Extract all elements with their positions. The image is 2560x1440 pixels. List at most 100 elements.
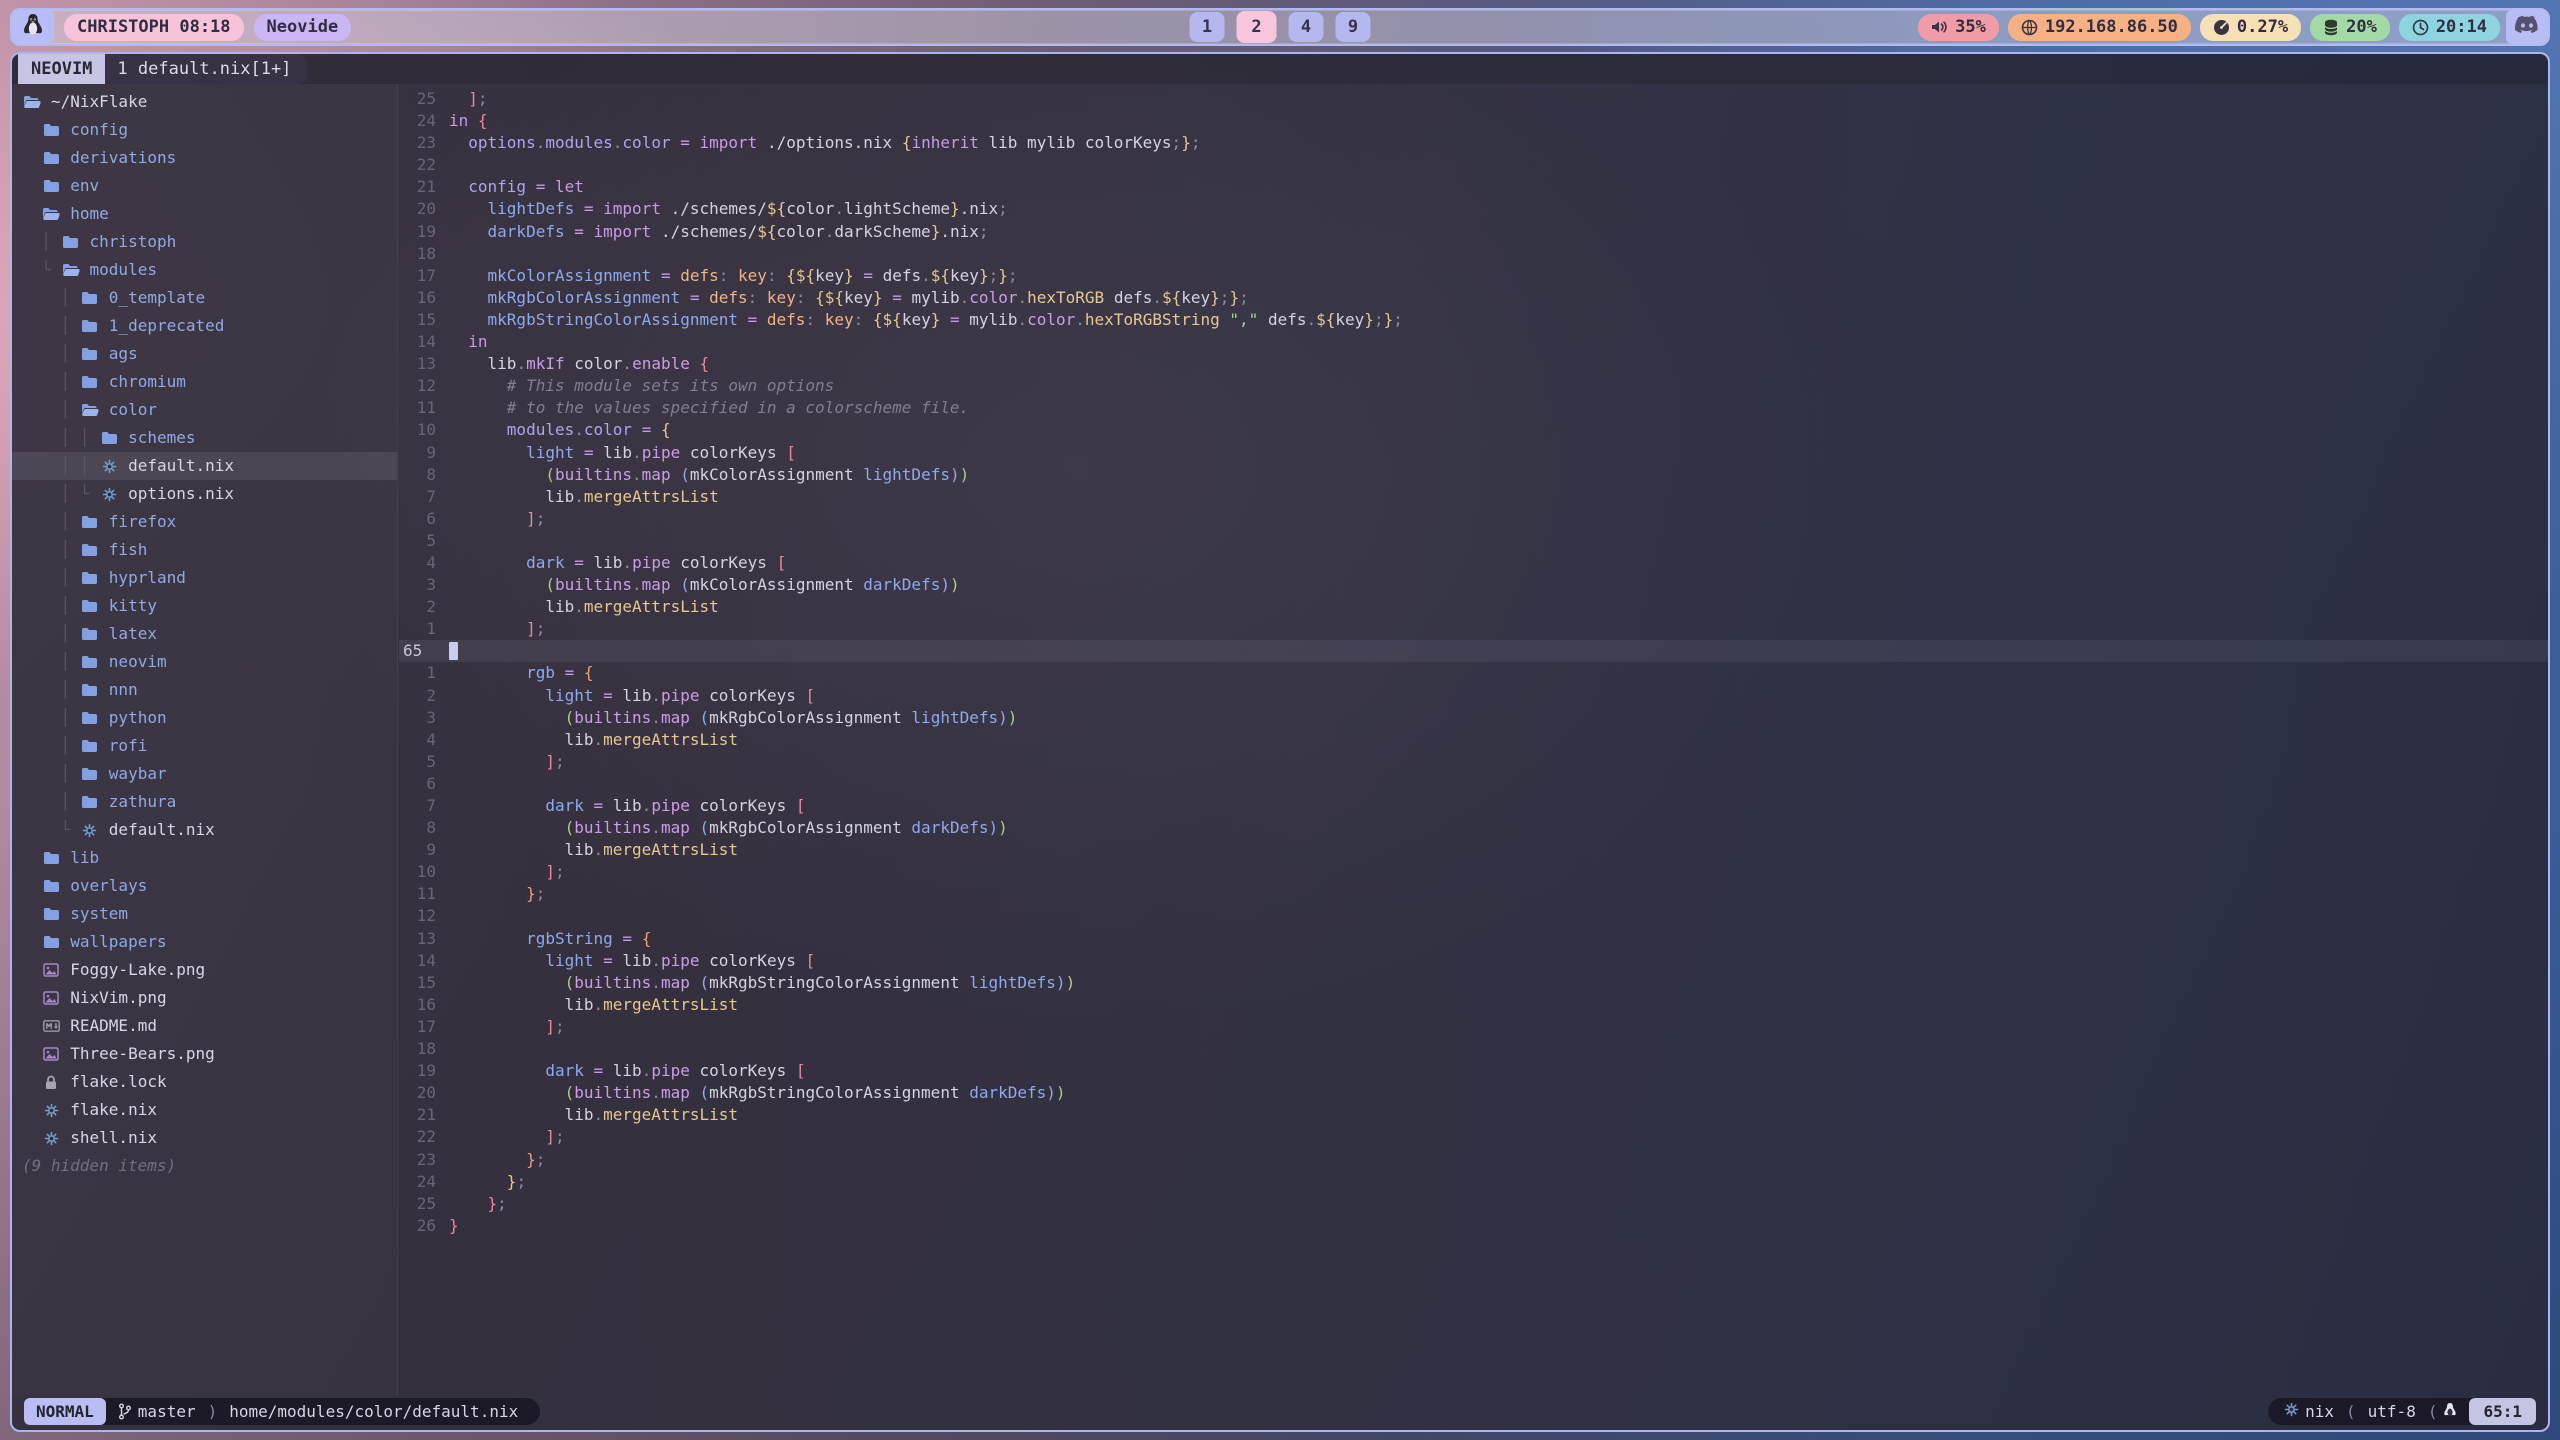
tree-row-NixFlake[interactable]: ~/NixFlake: [12, 88, 397, 116]
code-line[interactable]: 16 lib.mergeAttrsList: [399, 994, 2548, 1016]
code-line[interactable]: 18: [399, 243, 2548, 265]
tree-row-default.nix[interactable]: └ default.nix: [12, 816, 397, 844]
tree-row-flake.nix[interactable]: flake.nix: [12, 1096, 397, 1124]
linux-logo-button[interactable]: [12, 10, 54, 44]
tree-row-waybar[interactable]: │ waybar: [12, 760, 397, 788]
code-line[interactable]: 11 # to the values specified in a colors…: [399, 397, 2548, 419]
tree-row-Foggy-Lake.png[interactable]: Foggy-Lake.png: [12, 956, 397, 984]
code-line[interactable]: 4 dark = lib.pipe colorKeys [: [399, 552, 2548, 574]
code-line[interactable]: 15 (builtins.map (mkRgbStringColorAssign…: [399, 972, 2548, 994]
tree-row-latex[interactable]: │ latex: [12, 620, 397, 648]
tree-row-color[interactable]: │ color: [12, 396, 397, 424]
workspace-button-4[interactable]: 4: [1289, 12, 1324, 42]
code-line[interactable]: 10 modules.color = {: [399, 419, 2548, 441]
code-line[interactable]: 25 };: [399, 1193, 2548, 1215]
tree-row-wallpapers[interactable]: wallpapers: [12, 928, 397, 956]
code-line[interactable]: 5: [399, 530, 2548, 552]
tree-row-lib[interactable]: lib: [12, 844, 397, 872]
code-line[interactable]: 20 (builtins.map (mkRgbStringColorAssign…: [399, 1082, 2548, 1104]
code-line[interactable]: 2 lib.mergeAttrsList: [399, 596, 2548, 618]
tree-row-README.md[interactable]: README.md: [12, 1012, 397, 1040]
memory-pill[interactable]: 20%: [2310, 14, 2390, 41]
code-line[interactable]: 7 lib.mergeAttrsList: [399, 486, 2548, 508]
clock-pill[interactable]: 20:14: [2399, 14, 2500, 41]
code-line[interactable]: 10 ];: [399, 861, 2548, 883]
code-line[interactable]: 13 rgbString = {: [399, 928, 2548, 950]
code-line[interactable]: 8 (builtins.map (mkColorAssignment light…: [399, 464, 2548, 486]
workspace-button-1[interactable]: 1: [1190, 12, 1225, 42]
tree-row-nnn[interactable]: │ nnn: [12, 676, 397, 704]
discord-button[interactable]: [2506, 10, 2548, 44]
tree-row-1_deprecated[interactable]: │ 1_deprecated: [12, 312, 397, 340]
tree-row-modules[interactable]: └ modules: [12, 256, 397, 284]
code-line[interactable]: 14 in: [399, 331, 2548, 353]
tree-row-NixVim.png[interactable]: NixVim.png: [12, 984, 397, 1012]
code-line[interactable]: 17 mkColorAssignment = defs: key: {${key…: [399, 265, 2548, 287]
tree-row-hyprland[interactable]: │ hyprland: [12, 564, 397, 592]
tree-row-ags[interactable]: │ ags: [12, 340, 397, 368]
code-line[interactable]: 19 dark = lib.pipe colorKeys [: [399, 1060, 2548, 1082]
code-line[interactable]: 6: [399, 773, 2548, 795]
tree-row-system[interactable]: system: [12, 900, 397, 928]
code-line[interactable]: 3 (builtins.map (mkColorAssignment darkD…: [399, 574, 2548, 596]
tab-default-nix[interactable]: 1 default.nix[1+]: [105, 54, 307, 84]
code-line[interactable]: 9 lib.mergeAttrsList: [399, 839, 2548, 861]
code-line[interactable]: 8 (builtins.map (mkRgbColorAssignment da…: [399, 817, 2548, 839]
code-line[interactable]: 6 ];: [399, 508, 2548, 530]
code-line[interactable]: 1 rgb = {: [399, 662, 2548, 684]
tree-row-kitty[interactable]: │ kitty: [12, 592, 397, 620]
tree-row-firefox[interactable]: │ firefox: [12, 508, 397, 536]
code-line[interactable]: 24 };: [399, 1171, 2548, 1193]
code-line[interactable]: 4 lib.mergeAttrsList: [399, 729, 2548, 751]
code-line[interactable]: 16 mkRgbColorAssignment = defs: key: {${…: [399, 287, 2548, 309]
code-line[interactable]: 18: [399, 1038, 2548, 1060]
code-line[interactable]: 19 darkDefs = import ./schemes/${color.d…: [399, 221, 2548, 243]
tree-row-chromium[interactable]: │ chromium: [12, 368, 397, 396]
code-line[interactable]: 9 light = lib.pipe colorKeys [: [399, 442, 2548, 464]
code-line[interactable]: 21 lib.mergeAttrsList: [399, 1104, 2548, 1126]
volume-pill[interactable]: 35%: [1918, 14, 1999, 41]
tree-row-default.nix[interactable]: │ │ default.nix: [12, 452, 397, 480]
network-pill[interactable]: 192.168.86.50: [2008, 14, 2191, 41]
cpu-pill[interactable]: 0.27%: [2200, 14, 2301, 41]
code-line[interactable]: 22 ];: [399, 1126, 2548, 1148]
tree-row-fish[interactable]: │ fish: [12, 536, 397, 564]
workspace-button-9[interactable]: 9: [1336, 12, 1371, 42]
code-line[interactable]: 25 ];: [399, 88, 2548, 110]
tree-row-home[interactable]: home: [12, 200, 397, 228]
tree-row-zathura[interactable]: │ zathura: [12, 788, 397, 816]
code-line[interactable]: 2 light = lib.pipe colorKeys [: [399, 685, 2548, 707]
tree-row-Three-Bears.png[interactable]: Three-Bears.png: [12, 1040, 397, 1068]
code-line-cursor[interactable]: 65: [399, 640, 2548, 662]
tree-row-schemes[interactable]: │ │ schemes: [12, 424, 397, 452]
code-line[interactable]: 24in {: [399, 110, 2548, 132]
code-line[interactable]: 23 options.modules.color = import ./opti…: [399, 132, 2548, 154]
code-line[interactable]: 21 config = let: [399, 176, 2548, 198]
code-line[interactable]: 17 ];: [399, 1016, 2548, 1038]
tree-row-christoph[interactable]: │ christoph: [12, 228, 397, 256]
code-line[interactable]: 7 dark = lib.pipe colorKeys [: [399, 795, 2548, 817]
code-line[interactable]: 15 mkRgbStringColorAssignment = defs: ke…: [399, 309, 2548, 331]
tree-row-rofi[interactable]: │ rofi: [12, 732, 397, 760]
code-line[interactable]: 22: [399, 154, 2548, 176]
tree-row-neovim[interactable]: │ neovim: [12, 648, 397, 676]
code-line[interactable]: 1 ];: [399, 618, 2548, 640]
workspace-button-2[interactable]: 2: [1237, 11, 1277, 43]
code-line[interactable]: 23 };: [399, 1149, 2548, 1171]
tree-row-options.nix[interactable]: │ └ options.nix: [12, 480, 397, 508]
code-line[interactable]: 11 };: [399, 883, 2548, 905]
code-line[interactable]: 12 # This module sets its own options: [399, 375, 2548, 397]
tree-row-shell.nix[interactable]: shell.nix: [12, 1124, 397, 1152]
code-line[interactable]: 14 light = lib.pipe colorKeys [: [399, 950, 2548, 972]
tree-row-derivations[interactable]: derivations: [12, 144, 397, 172]
tree-row-python[interactable]: │ python: [12, 704, 397, 732]
code-line[interactable]: 3 (builtins.map (mkRgbColorAssignment li…: [399, 707, 2548, 729]
code-line[interactable]: 26}: [399, 1215, 2548, 1237]
tree-row-flake.lock[interactable]: flake.lock: [12, 1068, 397, 1096]
tree-row-overlays[interactable]: overlays: [12, 872, 397, 900]
tree-row-config[interactable]: config: [12, 116, 397, 144]
tree-row-0_template[interactable]: │ 0_template: [12, 284, 397, 312]
tree-row-env[interactable]: env: [12, 172, 397, 200]
code-line[interactable]: 20 lightDefs = import ./schemes/${color.…: [399, 198, 2548, 220]
code-line[interactable]: 13 lib.mkIf color.enable {: [399, 353, 2548, 375]
